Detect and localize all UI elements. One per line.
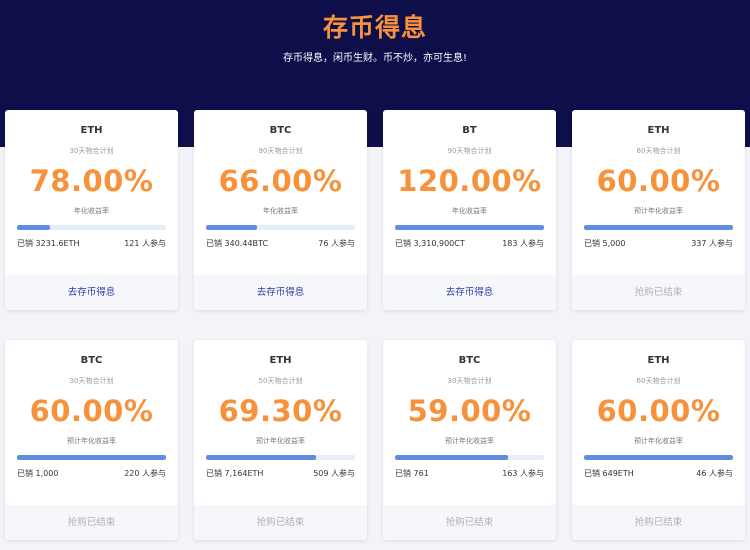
participant-count: 121 人参与 — [124, 239, 166, 248]
progress-fill — [206, 225, 257, 230]
participant-count: 509 人参与 — [313, 469, 355, 478]
participant-count: 183 人参与 — [502, 239, 544, 248]
participant-count: 220 人参与 — [124, 469, 166, 478]
product-card: BTC 90天物合计划 66.00% 年化收益率 已销 340.44BTC 76… — [194, 110, 367, 310]
plan-name: 30天物合计划 — [69, 377, 114, 385]
annual-rate: 60.00% — [596, 164, 721, 198]
purchase-ended-button[interactable]: 抢购已结束 — [572, 275, 745, 310]
coin-name: ETH — [647, 125, 670, 136]
deposit-button[interactable]: 去存币得息 — [383, 275, 556, 310]
product-card: ETH 30天物合计划 78.00% 年化收益率 已销 3231.6ETH 12… — [5, 110, 178, 310]
annual-rate: 60.00% — [29, 394, 154, 428]
progress-track — [17, 455, 166, 460]
sold-amount: 已销 5,000 — [584, 239, 626, 248]
purchase-ended-button[interactable]: 抢购已结束 — [194, 505, 367, 540]
progress-fill — [584, 225, 733, 230]
plan-name: 30天物合计划 — [447, 377, 492, 385]
sold-amount: 已销 649ETH — [584, 469, 634, 478]
progress-track — [206, 455, 355, 460]
annual-rate: 60.00% — [596, 394, 721, 428]
coin-name: ETH — [269, 355, 292, 366]
rate-label: 预计年化收益率 — [67, 437, 116, 445]
participant-count: 46 人参与 — [696, 469, 733, 478]
sold-amount: 已销 761 — [395, 469, 429, 478]
plan-name: 60天物合计划 — [636, 147, 681, 155]
plan-name: 30天物合计划 — [69, 147, 114, 155]
annual-rate: 59.00% — [407, 394, 532, 428]
progress-track — [206, 225, 355, 230]
progress-fill — [17, 225, 50, 230]
product-card: BTC 30天物合计划 60.00% 预计年化收益率 已销 1,000 220 … — [5, 340, 178, 540]
progress-fill — [584, 455, 733, 460]
product-card: ETH 60天物合计划 60.00% 预计年化收益率 已销 649ETH 46 … — [572, 340, 745, 540]
progress-fill — [395, 455, 509, 460]
progress-track — [395, 225, 544, 230]
coin-name: BTC — [269, 125, 292, 136]
progress-track — [395, 455, 544, 460]
progress-fill — [17, 455, 166, 460]
deposit-button[interactable]: 去存币得息 — [5, 275, 178, 310]
coin-name: ETH — [647, 355, 670, 366]
progress-track — [584, 225, 733, 230]
product-card: BTC 30天物合计划 59.00% 预计年化收益率 已销 761 163 人参… — [383, 340, 556, 540]
coin-name: BT — [462, 125, 477, 136]
progress-track — [17, 225, 166, 230]
coin-name: BTC — [80, 355, 103, 366]
participant-count: 337 人参与 — [691, 239, 733, 248]
progress-fill — [206, 455, 317, 460]
plan-name: 90天物合计划 — [258, 147, 303, 155]
participant-count: 76 人参与 — [318, 239, 355, 248]
plan-name: 50天物合计划 — [258, 377, 303, 385]
rate-label: 预计年化收益率 — [634, 437, 683, 445]
sold-amount: 已销 7,164ETH — [206, 469, 264, 478]
rate-label: 预计年化收益率 — [445, 437, 494, 445]
sold-amount: 已销 3231.6ETH — [17, 239, 80, 248]
progress-fill — [395, 225, 544, 230]
sold-amount: 已销 1,000 — [17, 469, 59, 478]
sold-amount: 已销 340.44BTC — [206, 239, 269, 248]
purchase-ended-button[interactable]: 抢购已结束 — [572, 505, 745, 540]
product-card: ETH 50天物合计划 69.30% 预计年化收益率 已销 7,164ETH 5… — [194, 340, 367, 540]
deposit-button[interactable]: 去存币得息 — [194, 275, 367, 310]
plan-name: 60天物合计划 — [636, 377, 681, 385]
annual-rate: 69.30% — [218, 394, 343, 428]
coin-name: BTC — [458, 355, 481, 366]
rate-label: 预计年化收益率 — [634, 207, 683, 215]
coin-name: ETH — [80, 125, 103, 136]
sold-amount: 已销 3,310,900CT — [395, 239, 465, 248]
progress-track — [584, 455, 733, 460]
rate-label: 年化收益率 — [74, 207, 109, 215]
page-title: 存币得息 — [322, 13, 427, 42]
annual-rate: 66.00% — [218, 164, 343, 198]
annual-rate: 120.00% — [397, 164, 542, 198]
purchase-ended-button[interactable]: 抢购已结束 — [5, 505, 178, 540]
purchase-ended-button[interactable]: 抢购已结束 — [383, 505, 556, 540]
page-subtitle: 存币得息，闲币生财。币不炒，亦可生息! — [282, 53, 467, 64]
product-card: BT 90天物合计划 120.00% 年化收益率 已销 3,310,900CT … — [383, 110, 556, 310]
annual-rate: 78.00% — [29, 164, 154, 198]
rate-label: 年化收益率 — [452, 207, 487, 215]
rate-label: 预计年化收益率 — [256, 437, 305, 445]
participant-count: 163 人参与 — [502, 469, 544, 478]
rate-label: 年化收益率 — [263, 207, 298, 215]
plan-name: 90天物合计划 — [447, 147, 492, 155]
product-card: ETH 60天物合计划 60.00% 预计年化收益率 已销 5,000 337 … — [572, 110, 745, 310]
